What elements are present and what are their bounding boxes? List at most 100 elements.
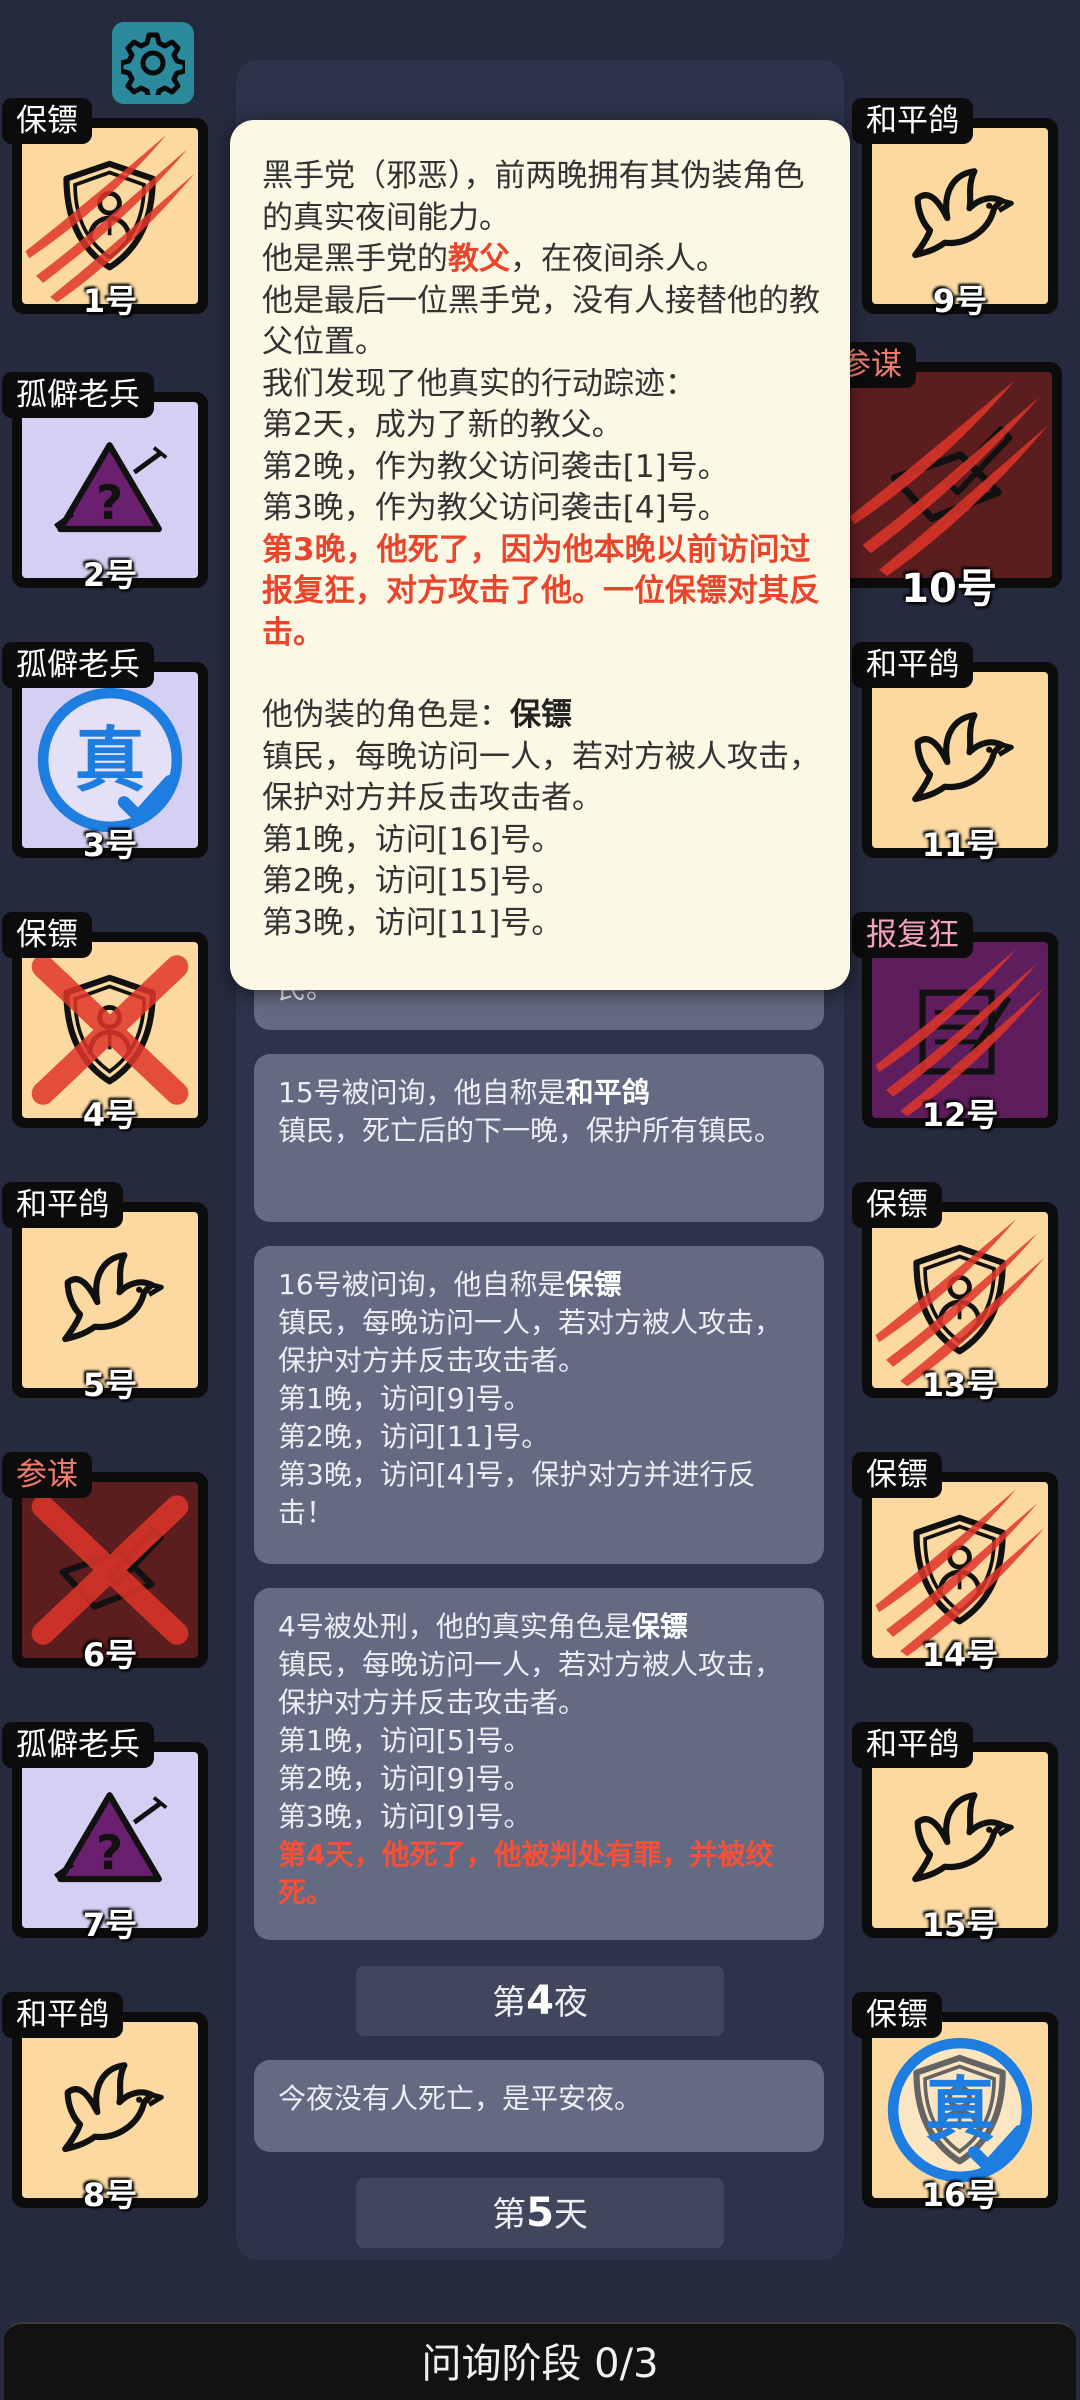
player-card-2[interactable]: ? 孤僻老兵 2号 bbox=[2, 372, 208, 594]
log-text: 镇民，每晚访问一人，若对方被人攻击，保护对方并反击攻击者。 bbox=[278, 1648, 783, 1719]
role-label: 和平鸽 bbox=[852, 98, 973, 144]
player-card-10[interactable]: 参谋 10号 bbox=[826, 342, 1062, 612]
log-text: 今夜没有人死亡，是平安夜。 bbox=[278, 2082, 643, 2115]
phase-status-bar: 问询阶段 0/3 bbox=[4, 2322, 1076, 2400]
player-number: 2号 bbox=[82, 556, 138, 594]
log-text: 镇民，死亡后的下一晚，保护所有镇民。 bbox=[278, 1114, 783, 1147]
card-frame bbox=[836, 362, 1062, 588]
role-label: 报复狂 bbox=[852, 912, 973, 958]
log-role: 保镖 bbox=[565, 1268, 622, 1301]
player-number: 6号 bbox=[82, 1636, 138, 1674]
night-4-divider: 第4夜 bbox=[356, 1966, 724, 2036]
log-text: 第2晚，访问[11]号。 bbox=[278, 1420, 550, 1453]
log-message-peaceful-night: 今夜没有人死亡，是平安夜。 bbox=[254, 2060, 824, 2152]
player-number: 15号 bbox=[921, 1906, 999, 1944]
role-label: 和平鸽 bbox=[852, 1722, 973, 1768]
player-number: 16号 bbox=[921, 2176, 999, 2214]
player-number: 12号 bbox=[921, 1096, 999, 1134]
player-card-7[interactable]: ? 孤僻老兵 7号 bbox=[2, 1722, 208, 1944]
popup-disguise-role: 保镖 bbox=[510, 697, 572, 733]
role-label: 孤僻老兵 bbox=[2, 1722, 154, 1768]
role-label: 保镖 bbox=[852, 1992, 942, 2038]
log-text: 第1晚，访问[9]号。 bbox=[278, 1382, 532, 1415]
player-number: 9号 bbox=[932, 282, 988, 320]
log-death-text: 第4天，他死了，他被判处有罪，并被绞死。 bbox=[278, 1838, 774, 1909]
role-label: 孤僻老兵 bbox=[2, 372, 154, 418]
role-label: 保镖 bbox=[2, 98, 92, 144]
divider-number: 4 bbox=[526, 1978, 554, 2024]
player-card-16[interactable]: 真 保镖 16号 bbox=[852, 1992, 1058, 2214]
popup-line: 黑手党（邪恶），前两晚拥有其伪装角色的真实夜间能力。 bbox=[262, 158, 805, 236]
popup-line: 我们发现了他真实的行动踪迹： bbox=[262, 365, 696, 402]
player-card-15[interactable]: 和平鸽 15号 bbox=[852, 1722, 1058, 1944]
player-number: 8号 bbox=[82, 2176, 138, 2214]
role-label: 和平鸽 bbox=[2, 1182, 123, 1228]
log-text: 16号被问询，他自称是 bbox=[278, 1268, 566, 1301]
divider-text: 天 bbox=[553, 2195, 588, 2235]
popup-line: 他伪装的角色是：保镖 bbox=[262, 695, 822, 737]
popup-line: 他是黑手党的教父，在夜间杀人。 bbox=[262, 239, 822, 281]
player-number: 11号 bbox=[921, 826, 999, 864]
log-text: 第1晚，访问[5]号。 bbox=[278, 1724, 532, 1757]
log-text: 第3晚，访问[9]号。 bbox=[278, 1800, 532, 1833]
log-text: 4号被处刑，他的真实角色是 bbox=[278, 1610, 632, 1643]
settings-button[interactable] bbox=[112, 22, 194, 104]
player-number: 5号 bbox=[82, 1366, 138, 1404]
role-label: 保镖 bbox=[2, 912, 92, 958]
player-number: 14号 bbox=[921, 1636, 999, 1674]
log-text: 第2晚，访问[9]号。 bbox=[278, 1762, 532, 1795]
player-number: 10号 bbox=[901, 566, 997, 612]
role-label: 孤僻老兵 bbox=[2, 642, 154, 688]
phase-label: 问询阶段 0/3 bbox=[421, 2341, 659, 2387]
log-message-interrogation-15: 15号被问询，他自称是和平鸽 镇民，死亡后的下一晚，保护所有镇民。 bbox=[254, 1054, 824, 1222]
divider-number: 5 bbox=[526, 2190, 554, 2236]
popup-spacer bbox=[262, 654, 822, 695]
popup-text: 他是黑手党的 bbox=[262, 241, 448, 277]
player-number: 13号 bbox=[921, 1366, 999, 1404]
day-5-divider: 第5天 bbox=[356, 2178, 724, 2248]
claw-mark-overlay bbox=[846, 372, 1052, 578]
log-text: 15号被问询，他自称是 bbox=[278, 1076, 566, 1109]
divider-text: 夜 bbox=[553, 1983, 588, 2023]
player-card-1[interactable]: 保镖 1号 bbox=[2, 98, 208, 320]
role-label: 和平鸽 bbox=[852, 642, 973, 688]
player-card-9[interactable]: 和平鸽 9号 bbox=[852, 98, 1058, 320]
popup-line: 第1晚，访问[16]号。 bbox=[262, 821, 563, 858]
role-label: 参谋 bbox=[2, 1452, 92, 1498]
popup-text: 他伪装的角色是： bbox=[262, 697, 510, 733]
player-card-14[interactable]: 保镖 14号 bbox=[852, 1452, 1058, 1674]
player-card-6[interactable]: 参谋 6号 bbox=[2, 1452, 208, 1674]
log-role: 保镖 bbox=[631, 1610, 688, 1643]
popup-line: 第2天，成为了新的教父。 bbox=[262, 407, 623, 443]
player-card-5[interactable]: 和平鸽 5号 bbox=[2, 1182, 208, 1404]
role-label: 保镖 bbox=[852, 1452, 942, 1498]
divider-text: 第 bbox=[492, 1983, 527, 2023]
svg-text:真: 真 bbox=[75, 720, 145, 802]
player-card-3[interactable]: 真 孤僻老兵 3号 bbox=[2, 642, 208, 864]
player-card-11[interactable]: 和平鸽 11号 bbox=[852, 642, 1058, 864]
popup-line: 第2晚，访问[15]号。 bbox=[262, 863, 563, 899]
player-card-13[interactable]: 保镖 13号 bbox=[852, 1182, 1058, 1404]
svg-text:?: ? bbox=[96, 1828, 123, 1882]
log-message-execution-4: 4号被处刑，他的真实角色是保镖 镇民，每晚访问一人，若对方被人攻击，保护对方并反… bbox=[254, 1588, 824, 1940]
role-label: 保镖 bbox=[852, 1182, 942, 1228]
popup-line: 镇民，每晚访问一人，若对方被人攻击，保护对方并反击攻击者。 bbox=[262, 738, 820, 817]
player-card-12[interactable]: 报复狂 12号 bbox=[852, 912, 1058, 1134]
popup-text: ，在夜间杀人。 bbox=[510, 241, 727, 277]
player-card-8[interactable]: 和平鸽 8号 bbox=[2, 1992, 208, 2214]
svg-text:真: 真 bbox=[925, 2070, 995, 2152]
player-card-4[interactable]: 保镖 4号 bbox=[2, 912, 208, 1134]
gear-icon bbox=[121, 32, 185, 95]
log-message-interrogation-16: 16号被问询，他自称是保镖 镇民，每晚访问一人，若对方被人攻击，保护对方并反击攻… bbox=[254, 1246, 824, 1564]
popup-line: 他是最后一位黑手党，没有人接替他的教父位置。 bbox=[262, 282, 820, 361]
role-reveal-popup[interactable]: 黑手党（邪恶），前两晚拥有其伪装角色的真实夜间能力。 他是黑手党的教父，在夜间杀… bbox=[230, 120, 850, 990]
log-text: 镇民，每晚访问一人，若对方被人攻击，保护对方并反击攻击者。 bbox=[278, 1306, 783, 1377]
divider-text: 第 bbox=[492, 2195, 527, 2235]
popup-line: 第3晚，访问[11]号。 bbox=[262, 904, 563, 941]
popup-role-godfather: 教父 bbox=[448, 241, 510, 277]
card-portrait bbox=[846, 372, 1052, 578]
log-role: 和平鸽 bbox=[565, 1076, 650, 1109]
player-number: 1号 bbox=[82, 282, 138, 320]
popup-death-line: 第3晚，他死了，因为他本晚以前访问过报复狂，对方攻击了他。一位保镖对其反击。 bbox=[262, 531, 820, 651]
log-text: 第3晚，访问[4]号，保护对方并进行反击！ bbox=[278, 1458, 756, 1529]
